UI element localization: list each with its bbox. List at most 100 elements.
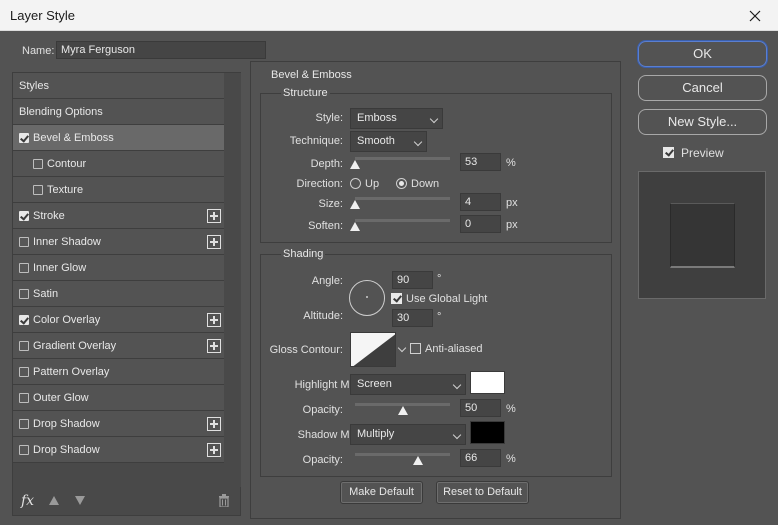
new-style-button[interactable]: New Style...	[638, 109, 767, 135]
highlight-opacity-input[interactable]: 50	[460, 399, 501, 417]
shading-title: Shading	[281, 248, 326, 260]
style-item-label: Bevel & Emboss	[33, 132, 114, 144]
add-icon[interactable]	[207, 313, 221, 327]
direction-up-radio[interactable]	[350, 178, 361, 189]
soften-slider-track[interactable]	[355, 219, 450, 222]
style-item-checkbox[interactable]	[19, 341, 29, 351]
use-global-light-label: Use Global Light	[406, 293, 488, 305]
add-icon[interactable]	[207, 339, 221, 353]
fx-icon[interactable]: fx	[21, 493, 34, 509]
style-item[interactable]: Drop Shadow	[13, 411, 224, 437]
style-item-label: Outer Glow	[33, 392, 89, 404]
style-item-checkbox[interactable]	[19, 393, 29, 403]
altitude-unit: °	[437, 311, 442, 323]
add-icon[interactable]	[207, 443, 221, 457]
shading-group: Shading Angle: 90 ° Use Global Light Alt…	[260, 248, 612, 477]
style-item[interactable]: Pattern Overlay	[13, 359, 224, 385]
shadow-opacity-input[interactable]: 66	[460, 449, 501, 467]
highlight-mode-value: Screen	[357, 378, 392, 390]
altitude-input[interactable]: 30	[392, 309, 433, 327]
highlight-opacity-label: Opacity:	[302, 404, 343, 416]
anti-aliased-checkbox[interactable]	[410, 343, 421, 354]
style-item-checkbox[interactable]	[19, 211, 29, 221]
highlight-mode-select[interactable]: Screen	[350, 374, 466, 395]
style-item-checkbox[interactable]	[19, 133, 29, 143]
gloss-contour-dropdown[interactable]	[396, 332, 408, 367]
style-item[interactable]: Inner Glow	[13, 255, 224, 281]
style-item-checkbox[interactable]	[19, 419, 29, 429]
style-item[interactable]: Outer Glow	[13, 385, 224, 411]
styles-list: Styles Blending Options Bevel & Emboss Cont…	[13, 73, 224, 463]
title-bar: Layer Style	[0, 0, 778, 31]
window-title: Layer Style	[10, 8, 76, 23]
close-button[interactable]	[732, 0, 778, 31]
style-item[interactable]: Blending Options	[13, 99, 224, 125]
add-icon[interactable]	[207, 235, 221, 249]
style-item-label: Stroke	[33, 210, 65, 222]
preview-checkbox[interactable]	[663, 147, 674, 158]
add-icon[interactable]	[207, 209, 221, 223]
add-icon[interactable]	[207, 417, 221, 431]
move-up-icon[interactable]	[49, 496, 59, 505]
size-input[interactable]: 4	[460, 193, 501, 211]
soften-input[interactable]: 0	[460, 215, 501, 233]
style-item-checkbox[interactable]	[19, 367, 29, 377]
style-item-checkbox[interactable]	[19, 315, 29, 325]
chevron-down-icon	[413, 137, 423, 147]
style-item[interactable]: Styles	[13, 73, 224, 99]
size-unit: px	[506, 197, 518, 209]
depth-slider-thumb[interactable]	[350, 160, 360, 169]
make-default-button[interactable]: Make Default	[340, 481, 423, 504]
style-item-checkbox[interactable]	[19, 289, 29, 299]
shadow-opacity-track[interactable]	[355, 453, 450, 456]
shadow-opacity-thumb[interactable]	[412, 456, 423, 465]
style-select[interactable]: Emboss	[350, 108, 443, 129]
style-item-checkbox[interactable]	[33, 185, 43, 195]
style-item[interactable]: Texture	[13, 177, 224, 203]
shadow-color-swatch[interactable]	[470, 421, 505, 444]
style-item[interactable]: Color Overlay	[13, 307, 224, 333]
size-slider-thumb[interactable]	[350, 200, 360, 209]
style-item[interactable]: Contour	[13, 151, 224, 177]
trash-icon[interactable]	[218, 493, 230, 507]
chevron-down-icon	[452, 380, 462, 390]
shadow-mode-select[interactable]: Multiply	[350, 424, 466, 445]
style-item-checkbox[interactable]	[19, 445, 29, 455]
highlight-color-swatch[interactable]	[470, 371, 505, 394]
style-item-checkbox[interactable]	[33, 159, 43, 169]
close-icon	[749, 10, 761, 21]
highlight-opacity-thumb[interactable]	[397, 406, 408, 415]
depth-slider-track[interactable]	[355, 157, 450, 160]
style-item[interactable]: Bevel & Emboss	[13, 125, 224, 151]
altitude-label: Altitude:	[303, 310, 343, 322]
cancel-button[interactable]: Cancel	[638, 75, 767, 101]
soften-label: Soften:	[308, 220, 343, 232]
reset-to-default-button[interactable]: Reset to Default	[436, 481, 529, 504]
technique-label: Technique:	[289, 135, 343, 147]
move-down-icon[interactable]	[75, 496, 85, 505]
style-item[interactable]: Gradient Overlay	[13, 333, 224, 359]
contour-preview-icon	[351, 333, 395, 366]
depth-label: Depth:	[310, 158, 343, 170]
style-item[interactable]: Stroke	[13, 203, 224, 229]
use-global-light-checkbox[interactable]	[391, 293, 402, 304]
angle-input[interactable]: 90	[392, 271, 433, 289]
ok-button[interactable]: OK	[638, 41, 767, 67]
soften-slider-thumb[interactable]	[350, 222, 360, 231]
style-item-checkbox[interactable]	[19, 263, 29, 273]
style-item[interactable]: Satin	[13, 281, 224, 307]
technique-select[interactable]: Smooth	[350, 131, 427, 152]
style-item-checkbox[interactable]	[19, 237, 29, 247]
depth-input[interactable]: 53	[460, 153, 501, 171]
size-label: Size:	[318, 198, 343, 210]
style-item[interactable]: Inner Shadow	[13, 229, 224, 255]
gloss-contour-swatch[interactable]	[350, 332, 396, 367]
size-slider-track[interactable]	[355, 197, 450, 200]
angle-dial[interactable]	[349, 280, 385, 316]
style-item-label: Color Overlay	[33, 314, 101, 326]
name-field[interactable]: Myra Ferguson	[56, 41, 266, 59]
style-item[interactable]: Drop Shadow	[13, 437, 224, 463]
chevron-down-icon	[429, 114, 439, 124]
direction-down-radio[interactable]	[396, 178, 407, 189]
highlight-opacity-unit: %	[506, 403, 516, 415]
